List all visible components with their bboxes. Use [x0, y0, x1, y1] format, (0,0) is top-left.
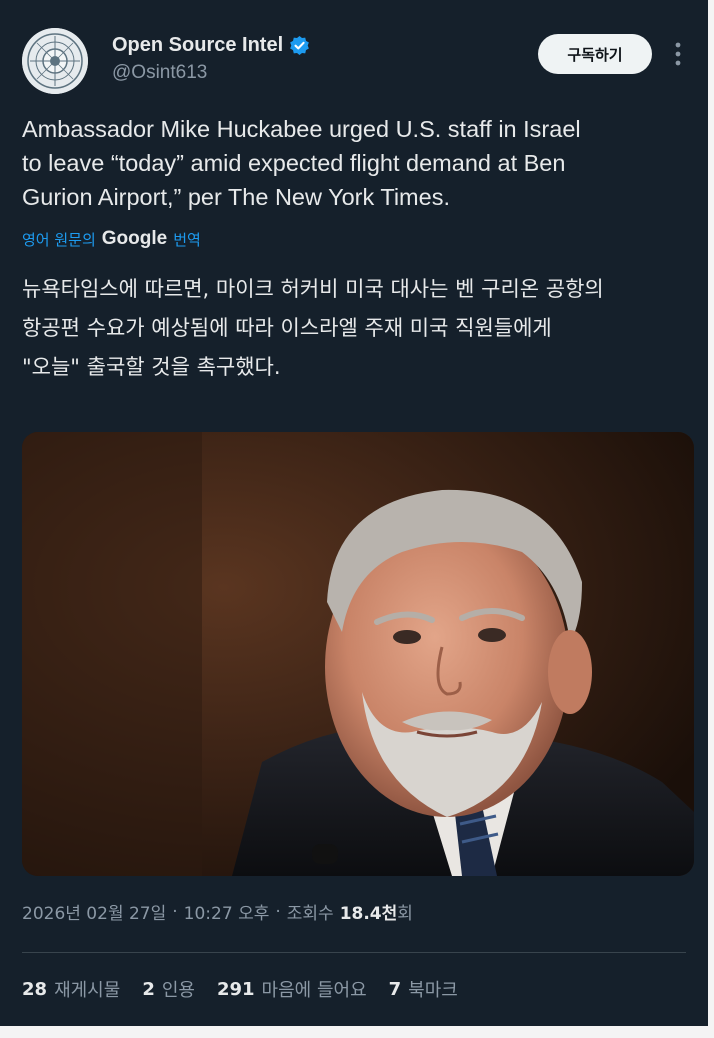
photo-portrait [22, 432, 694, 876]
tweet-meta: 2026년 02월 27일 · 10:27 오후 · 조회수 18.4천 회 [22, 899, 413, 925]
views-count: 18.4천 [339, 904, 398, 924]
translation-suffix: 번역 [173, 230, 201, 249]
reposts-label: 재게시물 [54, 980, 121, 1001]
tweet-photo[interactable] [22, 432, 694, 876]
engagement-stats: 28 재게시물 2 인용 291 마음에 들어요 7 북마크 [22, 976, 480, 1002]
bookmarks-stat[interactable]: 7 북마크 [389, 976, 458, 1002]
subscribe-button[interactable]: 구독하기 [538, 34, 652, 74]
author-name[interactable]: Open Source Intel [112, 34, 283, 57]
translation-prefix: 영어 원문의 [22, 230, 96, 249]
views-suffix: 회 [397, 904, 413, 924]
likes-label: 마음에 들어요 [261, 980, 367, 1001]
tweet-date[interactable]: 2026년 02월 27일 [22, 899, 166, 924]
tweet-time[interactable]: 10:27 오후 [184, 899, 270, 924]
quotes-label: 인용 [161, 980, 195, 1001]
translation-attribution[interactable]: 영어 원문의 Google 번역 [22, 228, 201, 250]
google-logo: Google [101, 228, 168, 249]
quotes-count: 2 [142, 978, 155, 1000]
separator-dot: · [275, 901, 281, 922]
avatar[interactable] [22, 28, 88, 94]
more-options-icon[interactable] [670, 40, 686, 68]
quotes-stat[interactable]: 2 인용 [142, 976, 195, 1002]
reposts-count: 28 [22, 978, 48, 1000]
likes-count: 291 [216, 978, 255, 1000]
verified-badge-icon [290, 35, 310, 56]
separator-dot: · [172, 901, 178, 922]
tweet-text: Ambassador Mike Huckabee urged U.S. staf… [22, 116, 581, 210]
reposts-stat[interactable]: 28 재게시물 [22, 976, 120, 1002]
translated-text: 뉴욕타임스에 따르면, 마이크 허커비 미국 대사는 벤 구리온 공항의 항공편… [22, 277, 604, 379]
likes-stat[interactable]: 291 마음에 들어요 [217, 976, 367, 1002]
osint-logo-icon [22, 28, 88, 94]
views-label: 조회수 [286, 904, 334, 924]
tweet-header: Open Source Intel @Osint613 구독하기 [22, 26, 686, 96]
tweet-detail-view: Open Source Intel @Osint613 구독하기 Ambassa… [0, 0, 708, 1026]
bookmarks-count: 7 [388, 978, 402, 1000]
divider [22, 952, 686, 953]
author-handle[interactable]: @Osint613 [112, 62, 207, 84]
bookmarks-label: 북마크 [408, 980, 458, 1001]
author-name-row[interactable]: Open Source Intel [112, 34, 310, 57]
